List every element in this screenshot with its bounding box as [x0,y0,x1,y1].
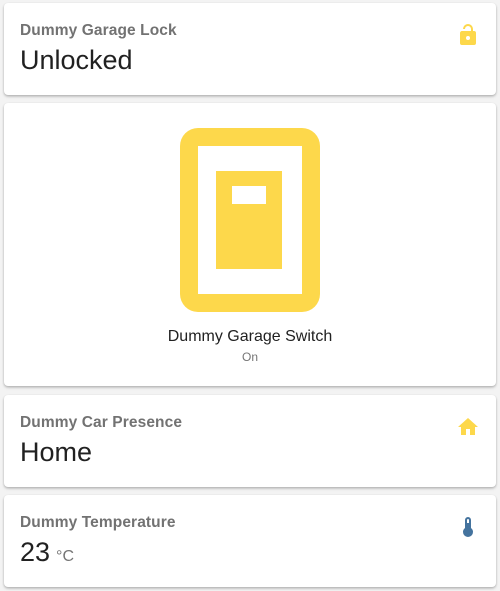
switch-state: On [241,350,258,364]
lock-name: Dummy Garage Lock [20,22,177,39]
switch-name: Dummy Garage Switch [167,328,333,345]
home-icon [456,415,480,439]
temperature-state: 23 °C [20,537,74,568]
temperature-unit: °C [56,548,74,565]
thermometer-icon [456,515,480,539]
garage-switch-icon[interactable] [180,128,320,312]
lock-state: Unlocked [20,45,133,75]
lock-card[interactable]: Dummy Garage Lock Unlocked [4,3,496,95]
temperature-name: Dummy Temperature [20,514,176,531]
presence-card[interactable]: Dummy Car Presence Home [4,395,496,487]
lock-open-icon [456,23,480,47]
temperature-value: 23 [20,537,51,567]
presence-state: Home [20,437,93,467]
presence-name: Dummy Car Presence [20,414,183,431]
temperature-card[interactable]: Dummy Temperature 23 °C [4,495,496,587]
